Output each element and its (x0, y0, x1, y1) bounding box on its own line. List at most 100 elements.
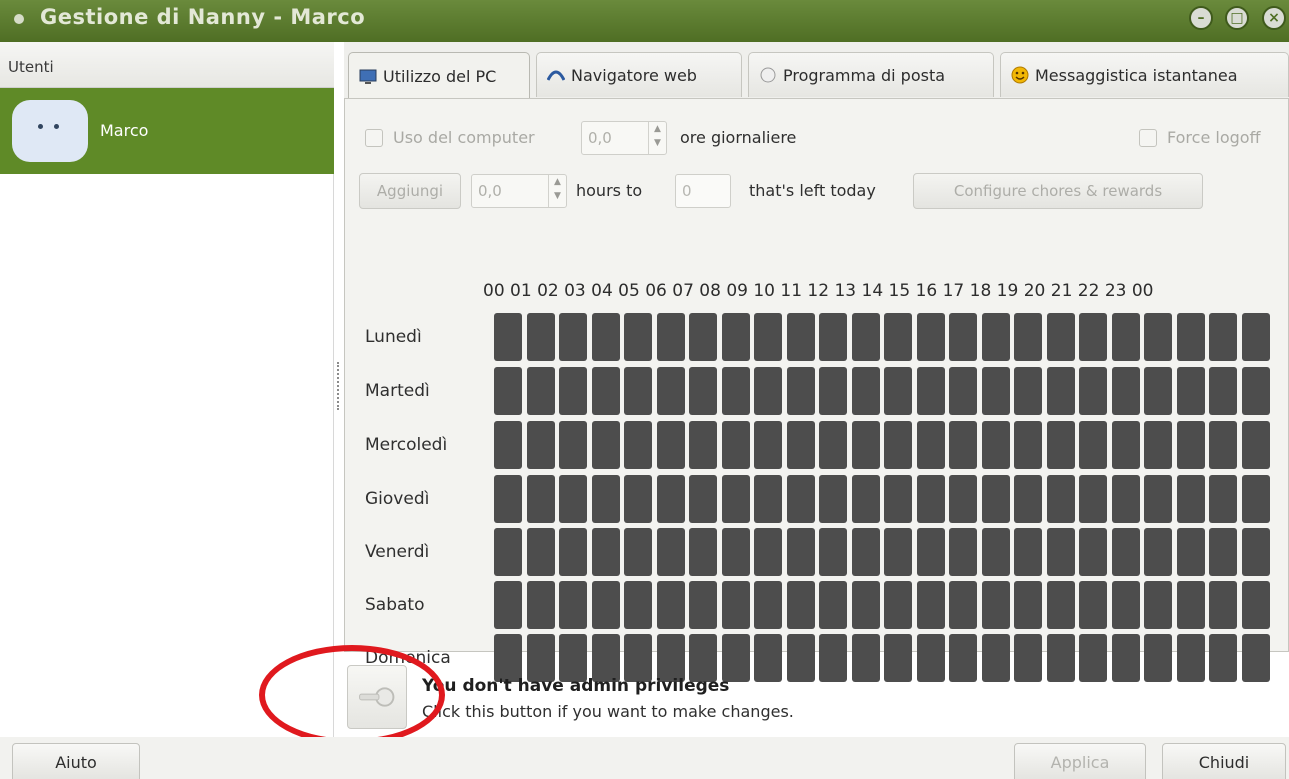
schedule-cell[interactable] (851, 581, 880, 629)
schedule-cell[interactable] (591, 313, 620, 361)
schedule-cell[interactable] (721, 421, 750, 469)
schedule-cell[interactable] (494, 367, 522, 415)
schedule-cell[interactable] (981, 581, 1010, 629)
schedule-cell[interactable] (1079, 475, 1107, 523)
schedule-cell[interactable] (624, 528, 652, 576)
schedule-cell[interactable] (1014, 634, 1042, 682)
schedule-cell[interactable] (1241, 581, 1270, 629)
schedule-cell[interactable] (1046, 528, 1075, 576)
close-button[interactable]: Chiudi (1162, 743, 1286, 779)
schedule-cell[interactable] (1241, 421, 1270, 469)
schedule-cell[interactable] (689, 528, 717, 576)
schedule-cell[interactable] (559, 581, 587, 629)
schedule-cell[interactable] (1176, 367, 1205, 415)
schedule-cell[interactable] (754, 581, 782, 629)
schedule-cell[interactable] (754, 313, 782, 361)
schedule-cell[interactable] (916, 475, 945, 523)
schedule-cell[interactable] (1111, 581, 1140, 629)
schedule-cell[interactable] (689, 475, 717, 523)
schedule-cell[interactable] (949, 475, 977, 523)
schedule-cell[interactable] (819, 528, 847, 576)
schedule-cell[interactable] (786, 528, 815, 576)
schedule-cell[interactable] (656, 475, 685, 523)
schedule-cell[interactable] (591, 367, 620, 415)
schedule-cell[interactable] (624, 313, 652, 361)
schedule-cell[interactable] (1176, 313, 1205, 361)
schedule-cell[interactable] (851, 421, 880, 469)
schedule-cell[interactable] (1209, 313, 1237, 361)
schedule-cell[interactable] (1014, 313, 1042, 361)
schedule-cell[interactable] (1176, 634, 1205, 682)
schedule-cell[interactable] (916, 634, 945, 682)
schedule-cell[interactable] (1209, 528, 1237, 576)
schedule-cell[interactable] (1209, 421, 1237, 469)
schedule-cell[interactable] (689, 581, 717, 629)
apply-button[interactable]: Applica (1014, 743, 1146, 779)
schedule-cell[interactable] (559, 367, 587, 415)
schedule-cell[interactable] (1014, 528, 1042, 576)
schedule-cell[interactable] (916, 313, 945, 361)
pane-splitter[interactable] (337, 362, 340, 410)
schedule-cell[interactable] (1209, 581, 1237, 629)
schedule-cell[interactable] (1079, 421, 1107, 469)
schedule-cell[interactable] (1144, 581, 1172, 629)
tab-pc-usage[interactable]: Utilizzo del PC (348, 52, 530, 100)
schedule-cell[interactable] (786, 475, 815, 523)
schedule-cell[interactable] (949, 367, 977, 415)
maximize-icon[interactable]: □ (1225, 6, 1249, 30)
schedule-cell[interactable] (851, 528, 880, 576)
schedule-cell[interactable] (559, 475, 587, 523)
schedule-cell[interactable] (1046, 581, 1075, 629)
hours-to-input[interactable]: 0 (675, 174, 731, 208)
schedule-cell[interactable] (656, 313, 685, 361)
schedule-cell[interactable] (1144, 475, 1172, 523)
schedule-cell[interactable] (981, 634, 1010, 682)
schedule-cell[interactable] (1046, 313, 1075, 361)
schedule-cell[interactable] (884, 475, 912, 523)
schedule-cell[interactable] (981, 421, 1010, 469)
user-list-item[interactable]: Marco (0, 88, 334, 174)
schedule-cell[interactable] (1241, 528, 1270, 576)
schedule-cell[interactable] (819, 475, 847, 523)
schedule-cell[interactable] (656, 634, 685, 682)
schedule-cell[interactable] (559, 528, 587, 576)
schedule-cell[interactable] (591, 528, 620, 576)
schedule-cell[interactable] (1144, 313, 1172, 361)
schedule-cell[interactable] (981, 313, 1010, 361)
schedule-cell[interactable] (916, 421, 945, 469)
schedule-cell[interactable] (786, 367, 815, 415)
schedule-cell[interactable] (949, 581, 977, 629)
schedule-cell[interactable] (1111, 634, 1140, 682)
schedule-cell[interactable] (754, 475, 782, 523)
add-button[interactable]: Aggiungi (359, 173, 461, 209)
schedule-cell[interactable] (819, 367, 847, 415)
schedule-cell[interactable] (1014, 367, 1042, 415)
schedule-cell[interactable] (819, 581, 847, 629)
schedule-cell[interactable] (1079, 528, 1107, 576)
force-logoff-checkbox[interactable] (1139, 129, 1157, 147)
schedule-cell[interactable] (1046, 634, 1075, 682)
schedule-cell[interactable] (1014, 581, 1042, 629)
schedule-cell[interactable] (851, 634, 880, 682)
tab-instant-messaging[interactable]: Messaggistica istantanea (1000, 52, 1289, 97)
schedule-cell[interactable] (851, 475, 880, 523)
schedule-cell[interactable] (884, 313, 912, 361)
schedule-cell[interactable] (1111, 367, 1140, 415)
schedule-cell[interactable] (526, 475, 555, 523)
schedule-cell[interactable] (1241, 367, 1270, 415)
schedule-cell[interactable] (656, 528, 685, 576)
schedule-cell[interactable] (1079, 581, 1107, 629)
schedule-cell[interactable] (1014, 475, 1042, 523)
users-header[interactable]: Utenti (0, 42, 334, 88)
computer-use-hours-input[interactable]: 0,0 ▲ ▼ (581, 121, 667, 155)
schedule-cell[interactable] (591, 421, 620, 469)
schedule-cell[interactable] (754, 421, 782, 469)
schedule-cell[interactable] (981, 475, 1010, 523)
schedule-cell[interactable] (819, 421, 847, 469)
schedule-cell[interactable] (1241, 475, 1270, 523)
schedule-cell[interactable] (689, 313, 717, 361)
schedule-cell[interactable] (656, 581, 685, 629)
schedule-cell[interactable] (786, 421, 815, 469)
schedule-cell[interactable] (689, 421, 717, 469)
schedule-cell[interactable] (1209, 475, 1237, 523)
